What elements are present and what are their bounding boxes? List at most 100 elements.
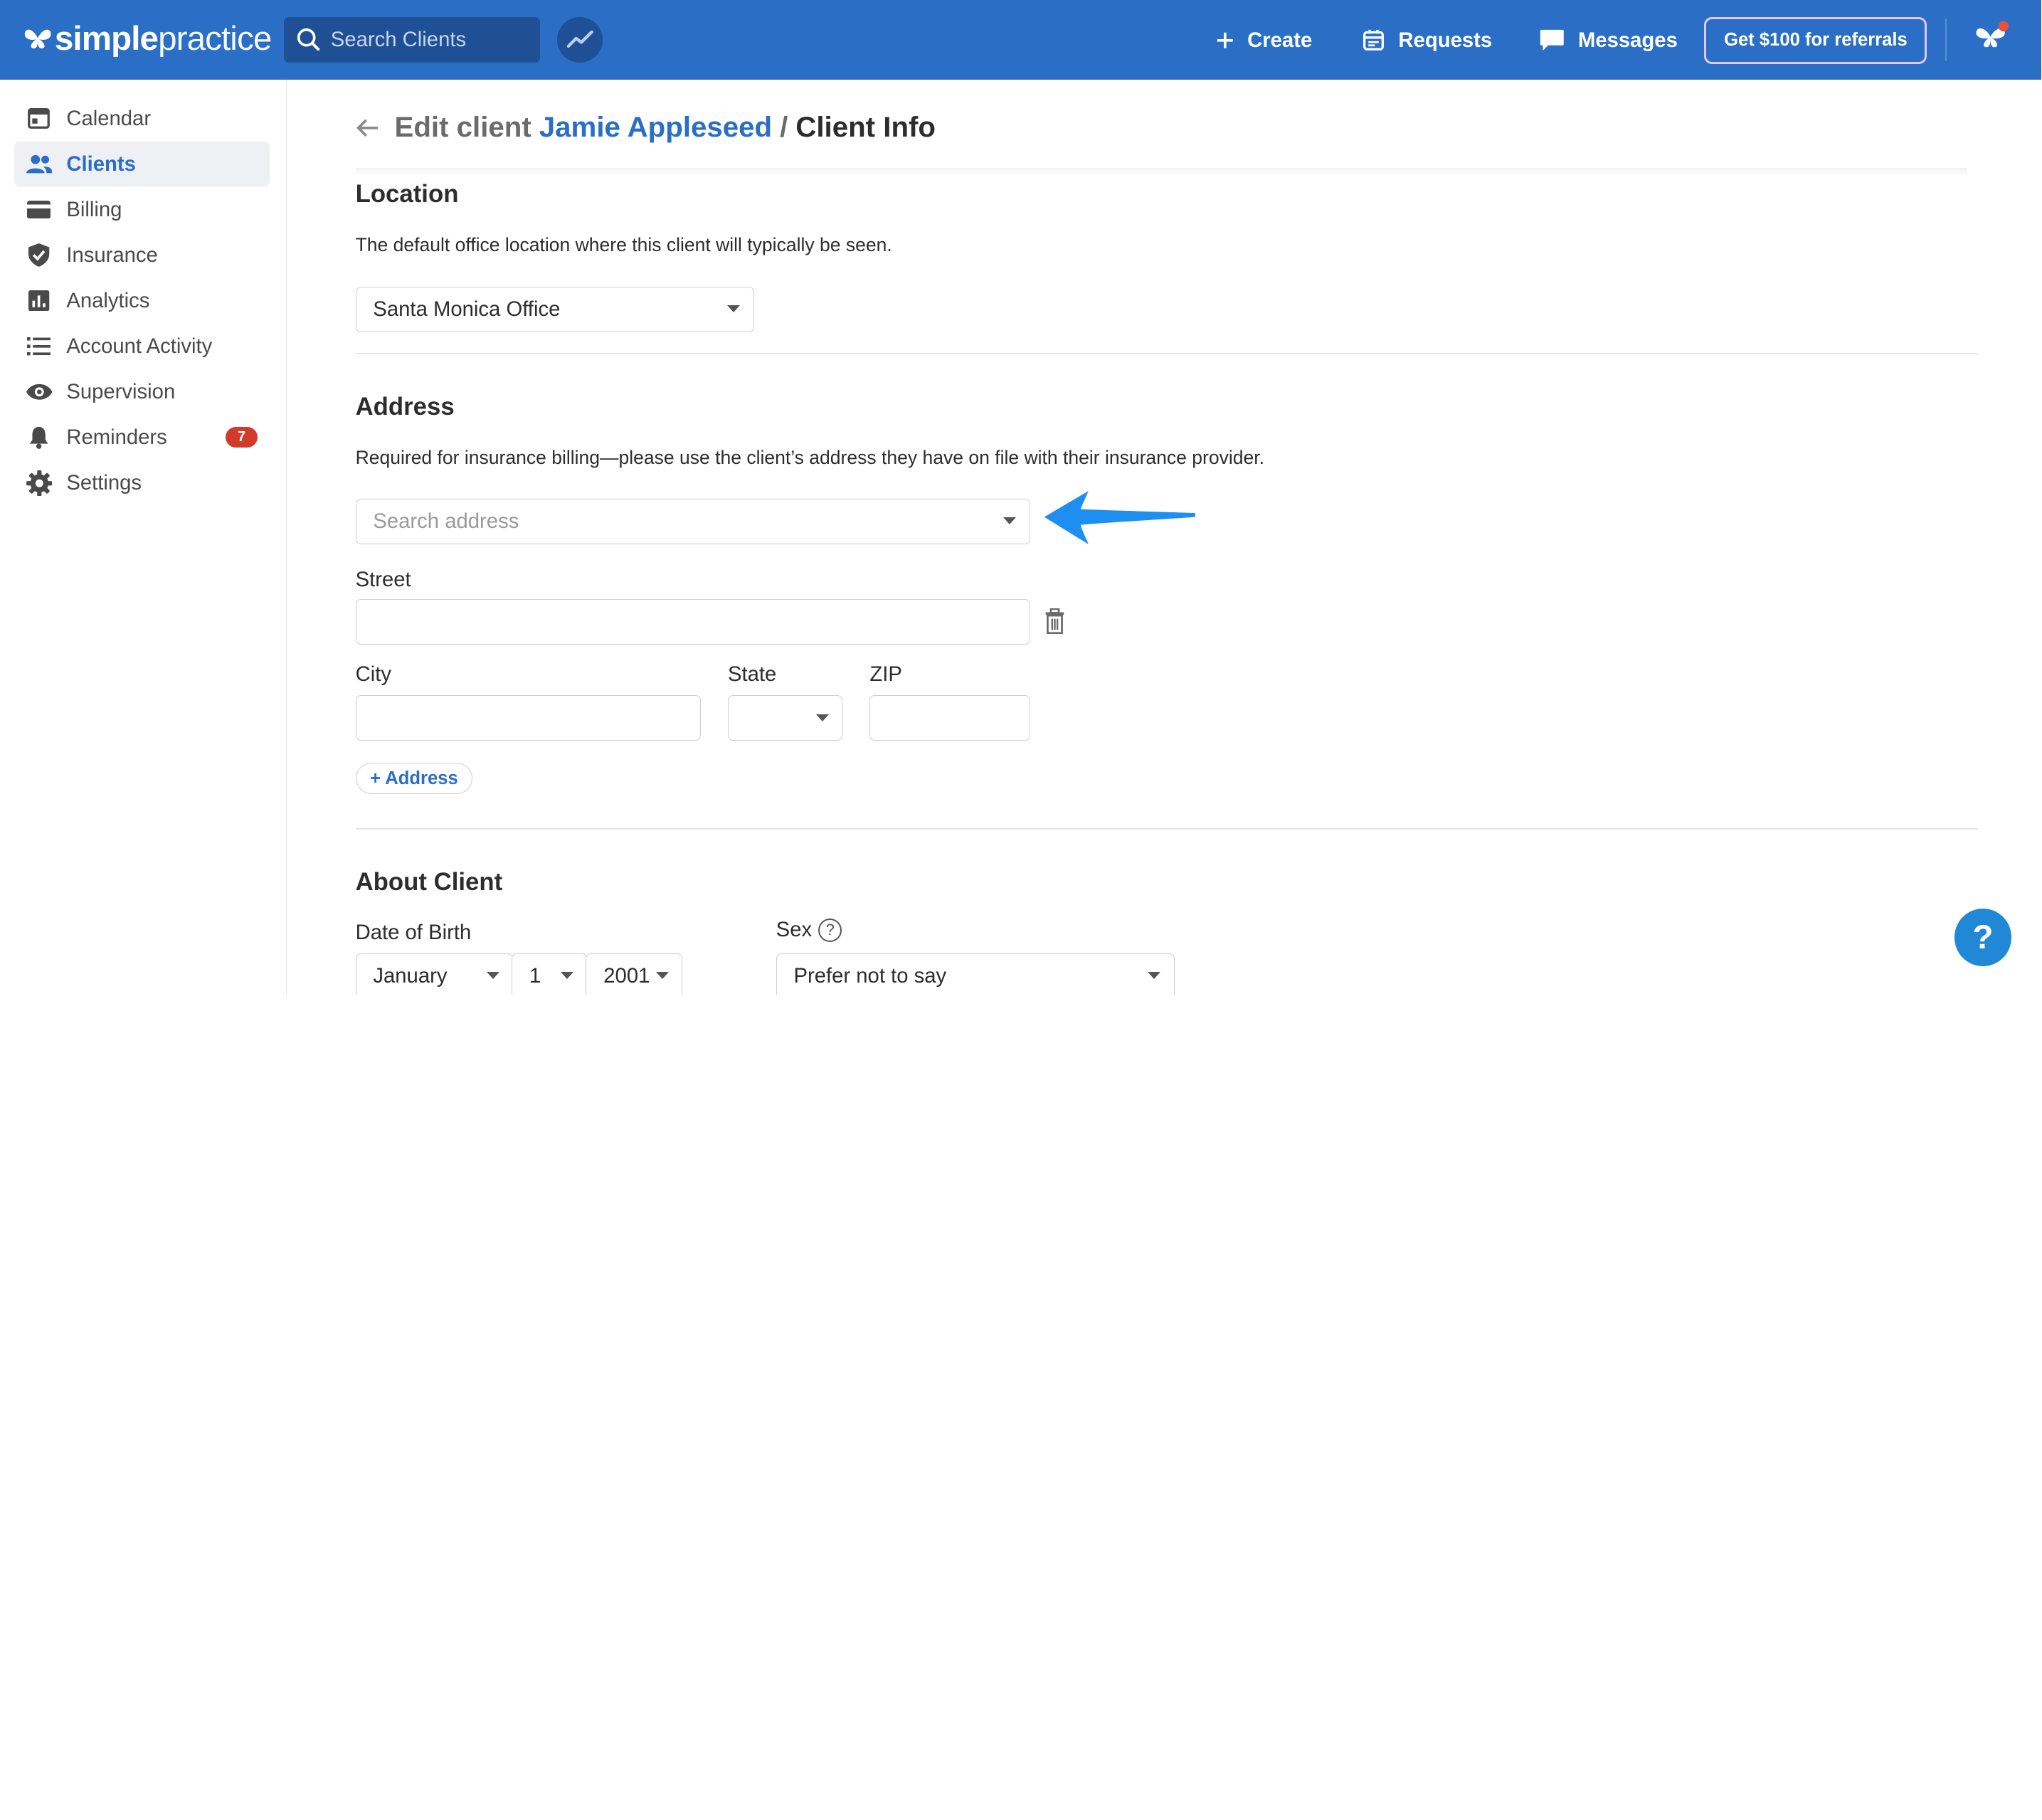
messages-label: Messages [1577, 28, 1678, 52]
title-prefix: Edit client [394, 111, 531, 144]
address-description: Required for insurance billing—please us… [355, 446, 1264, 468]
plus-icon [1217, 32, 1233, 48]
chevron-down-icon [486, 972, 499, 980]
create-label: Create [1247, 28, 1313, 52]
sidebar: Calendar Clients Billing Insurance Analy [0, 79, 287, 995]
account-menu-button[interactable] [1972, 18, 2011, 58]
clients-icon [26, 151, 53, 177]
trend-line-icon [566, 31, 593, 48]
shield-check-icon [26, 242, 53, 268]
sidebar-item-label: Billing [66, 197, 122, 221]
sidebar-item-reminders[interactable]: Reminders 7 [14, 416, 270, 460]
bar-chart-icon [26, 287, 53, 314]
sidebar-item-label: Reminders [66, 425, 167, 449]
sidebar-item-account-activity[interactable]: Account Activity [14, 324, 270, 369]
search-address-placeholder: Search address [373, 509, 519, 533]
chevron-down-icon [815, 714, 829, 722]
current-page-label: Client Info [795, 111, 936, 144]
city-input[interactable] [355, 695, 701, 741]
chat-bubble-icon [1540, 30, 1564, 51]
sex-label: Sex [776, 918, 813, 942]
sidebar-item-label: Clients [66, 152, 136, 176]
sidebar-item-analytics[interactable]: Analytics [14, 279, 270, 323]
sidebar-item-label: Settings [66, 470, 142, 494]
zip-input[interactable] [869, 695, 1030, 741]
sidebar-item-insurance[interactable]: Insurance [14, 233, 270, 277]
dob-day-value: 1 [529, 963, 541, 988]
messages-button[interactable]: Messages [1539, 23, 1678, 58]
top-navigation-bar: simple practice Search Clients Create Re… [0, 0, 2042, 80]
dob-month-select[interactable]: January [355, 953, 513, 995]
main-content: Edit client Jamie Appleseed / Client Inf… [287, 80, 2041, 995]
sidebar-item-label: Insurance [66, 243, 158, 267]
dob-year-value: 2001 [603, 963, 650, 988]
search-placeholder: Search Clients [330, 27, 467, 51]
sex-value: Prefer not to say [793, 963, 947, 988]
trash-icon [1045, 608, 1064, 634]
breadcrumb-separator: / [780, 111, 788, 144]
dob-year-select[interactable]: 2001 [586, 953, 682, 995]
sidebar-item-calendar[interactable]: Calendar [14, 96, 270, 140]
chevron-down-icon [1003, 517, 1017, 526]
bell-icon [26, 425, 53, 451]
sidebar-item-clients[interactable]: Clients [14, 142, 270, 186]
page-title: Edit client Jamie Appleseed / Client Inf… [356, 108, 936, 147]
referral-label: Get $100 for referrals [1724, 30, 1908, 51]
location-description: The default office location where this c… [355, 234, 892, 256]
billing-card-icon [26, 196, 53, 223]
gear-icon [26, 470, 53, 497]
sidebar-item-label: Account Activity [66, 334, 213, 358]
butterfly-notification-icon [1976, 21, 2009, 47]
app-root: simple practice Search Clients Create Re… [0, 0, 2042, 995]
search-icon [297, 28, 320, 51]
sidebar-item-label: Analytics [66, 288, 150, 312]
reminders-count-badge: 7 [225, 427, 258, 448]
requests-label: Requests [1398, 28, 1493, 52]
client-name-link[interactable]: Jamie Appleseed [539, 111, 772, 144]
calendar-request-icon [1363, 30, 1385, 51]
add-address-button[interactable]: + Address [355, 763, 473, 795]
sex-label-row: Sex ? [776, 918, 842, 942]
sidebar-item-label: Calendar [66, 106, 152, 130]
section-divider [355, 352, 1978, 354]
sex-select[interactable]: Prefer not to say [776, 953, 1175, 995]
analytics-trend-button[interactable] [557, 16, 603, 63]
dob-label: Date of Birth [355, 920, 472, 944]
calendar-icon [26, 105, 53, 132]
sidebar-item-settings[interactable]: Settings [14, 461, 270, 505]
eye-icon [26, 379, 53, 406]
dob-day-select[interactable]: 1 [512, 953, 588, 995]
back-button[interactable] [356, 119, 379, 137]
street-input[interactable] [355, 598, 1030, 645]
chevron-down-icon [561, 972, 573, 980]
simplepractice-logo[interactable]: simple practice [23, 18, 272, 60]
search-clients-input[interactable]: Search Clients [283, 16, 541, 63]
list-icon [26, 333, 53, 359]
about-client-section-title: About Client [355, 868, 503, 896]
referral-button[interactable]: Get $100 for referrals [1704, 16, 1927, 64]
search-address-select[interactable]: Search address [355, 498, 1030, 544]
state-select[interactable] [727, 695, 842, 741]
delete-address-button[interactable] [1043, 608, 1067, 640]
street-label: Street [355, 567, 411, 591]
help-button[interactable]: ? [1954, 909, 2012, 966]
location-selected-value: Santa Monica Office [373, 297, 561, 321]
create-button[interactable]: Create [1216, 23, 1312, 58]
requests-button[interactable]: Requests [1362, 23, 1492, 58]
state-label: State [727, 662, 777, 687]
section-divider [355, 827, 1978, 830]
butterfly-logo-icon [24, 29, 51, 48]
topbar-divider [1945, 18, 1947, 61]
help-question-icon[interactable]: ? [818, 918, 842, 942]
sidebar-item-supervision[interactable]: Supervision [14, 370, 270, 414]
sidebar-item-billing[interactable]: Billing [14, 188, 270, 232]
header-shadow [355, 168, 1968, 176]
address-section-title: Address [355, 393, 455, 420]
location-select[interactable]: Santa Monica Office [355, 286, 754, 332]
dob-month-value: January [373, 963, 448, 988]
logo-text-light: practice [158, 20, 272, 58]
logo-text-bold: simple [54, 20, 159, 58]
city-label: City [355, 662, 391, 687]
sidebar-item-label: Supervision [66, 379, 176, 403]
chevron-down-icon [727, 305, 741, 314]
